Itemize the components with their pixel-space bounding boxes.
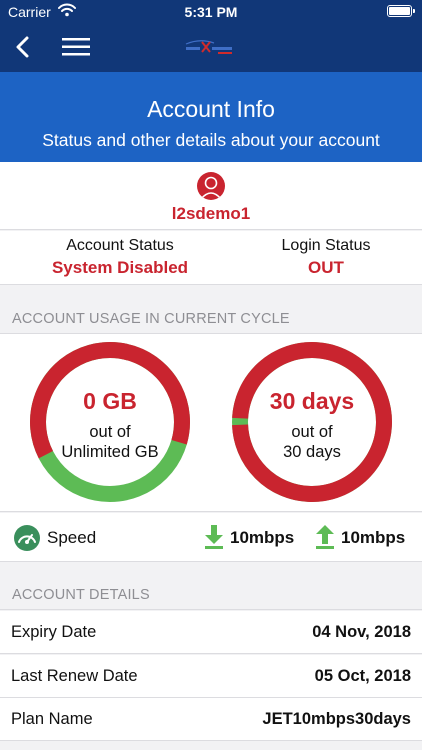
brand-logo: [180, 36, 242, 58]
speedometer-icon: [13, 524, 41, 557]
speed-label: Speed: [47, 528, 97, 547]
detail-label: Plan Name: [11, 710, 93, 728]
battery-icon: [387, 5, 415, 17]
detail-value: 04 Nov, 2018: [312, 623, 411, 641]
detail-label: Expiry Date: [11, 623, 97, 641]
days-usage-gauge: 30 days out of 30 days: [230, 340, 394, 504]
days-limit-value: 30 days: [283, 443, 341, 461]
plan-name-row: Plan Name JET10mbps30days: [0, 698, 422, 741]
speed-row: Speed 10mbps 10mbps: [0, 513, 422, 562]
download-icon: [204, 525, 224, 554]
login-status-value: OUT: [308, 258, 344, 277]
account-status-value: System Disabled: [51, 258, 189, 277]
days-out-of-label: out of: [291, 423, 333, 441]
account-status: Account Status System Disabled: [20, 237, 220, 278]
details-section-title: ACCOUNT DETAILS: [12, 587, 150, 603]
data-used-value: 0 GB: [83, 388, 137, 414]
navigation-bar: [0, 24, 422, 72]
details-section-header: ACCOUNT DETAILS: [0, 562, 422, 610]
last-renew-date-row: Last Renew Date 05 Oct, 2018: [0, 655, 422, 698]
status-bar: Carrier 5:31 PM: [0, 0, 422, 24]
detail-value: JET10mbps30days: [262, 710, 411, 728]
usage-section-header: ACCOUNT USAGE IN CURRENT CYCLE: [0, 286, 422, 334]
days-used-value: 30 days: [269, 388, 355, 414]
login-status-label: Login Status: [281, 237, 371, 254]
detail-label: Last Renew Date: [11, 667, 138, 685]
usage-section-title: ACCOUNT USAGE IN CURRENT CYCLE: [12, 311, 290, 327]
login-status: Login Status OUT: [236, 237, 416, 278]
page-subtitle: Status and other details about your acco…: [42, 130, 380, 150]
upload-speed: 10mbps: [341, 528, 406, 547]
data-usage-gauge: 0 GB out of Unlimited GB: [28, 340, 192, 504]
upload-icon: [315, 525, 335, 554]
hamburger-menu-icon[interactable]: [62, 37, 90, 62]
user-avatar-icon: [197, 172, 225, 200]
back-icon[interactable]: [12, 34, 34, 65]
data-out-of-label: out of: [89, 423, 131, 441]
download-speed: 10mbps: [230, 528, 295, 547]
usage-gauges: 0 GB out of Unlimited GB 30 days out of …: [0, 334, 422, 512]
page-title: Account Info: [147, 96, 275, 122]
user-row: l2sdemo1: [0, 162, 422, 230]
account-status-row: Account Status System Disabled Login Sta…: [0, 231, 422, 285]
account-status-label: Account Status: [66, 237, 174, 254]
expiry-date-row: Expiry Date 04 Nov, 2018: [0, 611, 422, 654]
detail-value: 05 Oct, 2018: [314, 667, 411, 685]
username: l2sdemo1: [171, 204, 251, 223]
page-header: Account Info Status and other details ab…: [0, 72, 422, 162]
clock: 5:31 PM: [184, 4, 238, 20]
data-limit-value: Unlimited GB: [61, 443, 159, 461]
